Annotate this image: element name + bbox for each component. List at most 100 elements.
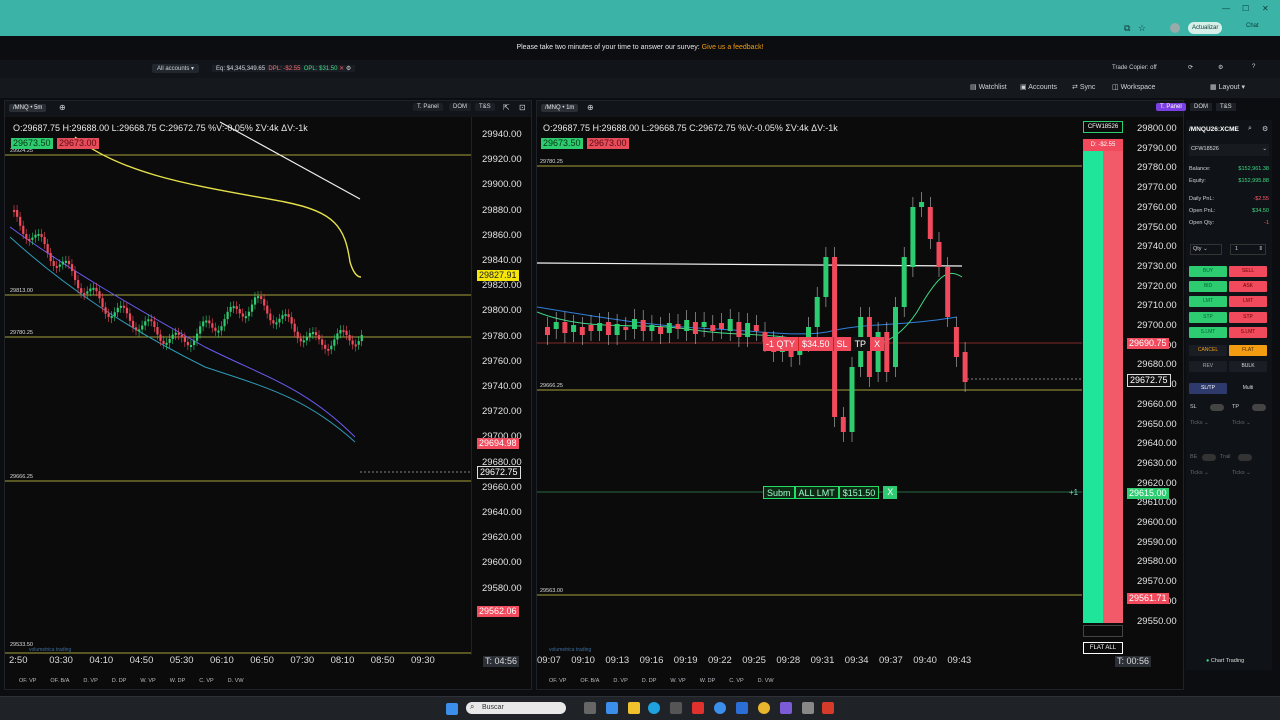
right-time-axis[interactable]: 09:07 09:10 09:13 09:16 09:19 09:22 09:25 09:28…: [537, 655, 1082, 669]
help-icon[interactable]: ?: [1252, 64, 1255, 70]
right-dom-button[interactable]: DOM: [1190, 103, 1212, 111]
sell-stop-button[interactable]: STP: [1229, 312, 1267, 323]
qty-input[interactable]: 1 ⇕: [1230, 244, 1266, 255]
profile-avatar[interactable]: [1170, 23, 1180, 33]
study-toggle[interactable]: D. DP: [112, 678, 127, 684]
app-icon[interactable]: [822, 702, 834, 714]
position-qty[interactable]: -1 QTY: [763, 337, 799, 351]
left-tpanel-button[interactable]: T. Panel: [413, 103, 443, 111]
position-sl-button[interactable]: SL: [832, 337, 851, 351]
sell-stop-limit-button[interactable]: S.LMT: [1229, 327, 1267, 338]
trade-panel-symbol[interactable]: /MNQU26:XCME: [1189, 126, 1269, 133]
start-icon[interactable]: [446, 703, 458, 715]
dom-ladder[interactable]: CFW18526 D: -$2.55 FLAT ALL: [1083, 121, 1123, 654]
app-icon[interactable]: [780, 702, 792, 714]
account-dropdown[interactable]: CFW18526 ⌄: [1189, 144, 1269, 156]
study-toggle[interactable]: D. VW: [228, 678, 244, 684]
help-app-icon[interactable]: [714, 702, 726, 714]
left-symbol-selector[interactable]: /MNQ • 5m: [9, 104, 47, 112]
study-toggle[interactable]: OF. VP: [549, 678, 566, 684]
study-toggle[interactable]: D. VP: [613, 678, 627, 684]
be-ticks-select[interactable]: Ticks ⌄: [1190, 470, 1209, 476]
flat-all-button[interactable]: FLAT ALL: [1083, 642, 1123, 654]
sl-ticks-select[interactable]: Ticks ⌄: [1190, 420, 1209, 426]
limit-cancel-button[interactable]: X: [883, 486, 898, 499]
app-icon[interactable]: [692, 702, 704, 714]
study-toggle[interactable]: D. DP: [642, 678, 657, 684]
buy-stop-button[interactable]: STP: [1189, 312, 1227, 323]
gear-icon[interactable]: ⚙: [1262, 125, 1268, 133]
sell-limit-button[interactable]: LMT: [1229, 296, 1267, 307]
chrome-icon[interactable]: [758, 702, 770, 714]
left-time-axis[interactable]: 2:50 03:30 04:10 04:50 05:30 06:10 06:50 07:30 0…: [5, 655, 471, 669]
be-toggle[interactable]: [1202, 454, 1216, 461]
sl-toggle[interactable]: [1210, 404, 1224, 411]
search-icon[interactable]: ⌕: [1248, 125, 1252, 133]
study-toggle[interactable]: W. DP: [170, 678, 186, 684]
left-price-axis[interactable]: 29940.00 29920.00 29900.00 29880.00 29860.00…: [471, 117, 533, 655]
right-ts-button[interactable]: T&S: [1216, 103, 1236, 111]
survey-link[interactable]: Give us a feedback!: [702, 44, 764, 51]
trail-ticks-select[interactable]: Ticks ⌄: [1232, 470, 1251, 476]
reverse-button[interactable]: REV: [1189, 361, 1227, 372]
taskbar-search[interactable]: Buscar: [466, 702, 566, 714]
flatten-button[interactable]: FLAT: [1229, 345, 1267, 356]
dom-input[interactable]: [1083, 625, 1123, 637]
right-symbol-selector[interactable]: /MNQ • 1m: [541, 104, 579, 112]
study-toggle[interactable]: W. VP: [140, 678, 155, 684]
study-toggle[interactable]: D. VP: [83, 678, 97, 684]
bulk-button[interactable]: BULK: [1229, 361, 1267, 372]
account-selector[interactable]: All accounts ▾: [152, 64, 200, 73]
accounts-button[interactable]: ▣ Accounts: [1020, 83, 1057, 91]
close-icon[interactable]: ✕: [339, 66, 344, 72]
update-button[interactable]: Actualizar: [1188, 22, 1223, 34]
right-tpanel-button[interactable]: T. Panel: [1156, 103, 1186, 111]
left-candle-chart[interactable]: 29924.2529813.0029780.2529666.2529533.50: [5, 117, 471, 655]
position-tp-button[interactable]: TP: [850, 337, 871, 351]
right-candle-chart[interactable]: 29780.25 29666.25 29563.00: [537, 117, 1082, 655]
window-close-button[interactable]: ✕: [1262, 4, 1269, 13]
sync-button[interactable]: ⇄ Sync: [1072, 83, 1095, 91]
left-dom-button[interactable]: DOM: [449, 103, 471, 111]
add-icon[interactable]: ⊕: [587, 103, 594, 112]
study-toggle[interactable]: W. VP: [670, 678, 685, 684]
add-icon[interactable]: ⊕: [59, 103, 66, 112]
layout-button[interactable]: ▦ Layout ▾: [1210, 83, 1245, 91]
workspace-button[interactable]: ◫ Workspace: [1112, 83, 1155, 91]
cancel-orders-button[interactable]: CANCEL: [1189, 345, 1227, 356]
mail-icon[interactable]: [736, 702, 748, 714]
bookmark-star-icon[interactable]: ☆: [1138, 23, 1146, 34]
buy-stop-limit-button[interactable]: S.LMT: [1189, 327, 1227, 338]
position-order-line[interactable]: -1 QTY $34.50 SL TP X: [763, 337, 885, 351]
sell-ask-button[interactable]: ASK: [1229, 281, 1267, 292]
file-explorer-icon[interactable]: [628, 702, 640, 714]
app-icon[interactable]: [670, 702, 682, 714]
trade-copier-status[interactable]: Trade Copier: off: [1112, 65, 1157, 71]
limit-submit-button[interactable]: Subm: [763, 486, 795, 499]
study-toggle[interactable]: W. DP: [700, 678, 716, 684]
tp-toggle[interactable]: [1252, 404, 1266, 411]
widgets-icon[interactable]: [606, 702, 618, 714]
left-ts-button[interactable]: T&S: [475, 103, 495, 111]
settings-icon[interactable]: ⚙: [346, 66, 351, 72]
edge-icon[interactable]: [648, 702, 660, 714]
buy-bid-button[interactable]: BID: [1189, 281, 1227, 292]
extensions-icon[interactable]: ⧉: [1124, 23, 1130, 34]
study-toggle[interactable]: C. VP: [199, 678, 213, 684]
watchlist-button[interactable]: ▤ Watchlist: [970, 83, 1007, 91]
study-toggle[interactable]: OF. B/A: [50, 678, 69, 684]
maximize-icon[interactable]: ⊡: [519, 103, 526, 112]
sltp-tab[interactable]: SL/TP: [1189, 383, 1227, 394]
study-toggle[interactable]: OF. VP: [19, 678, 36, 684]
tp-ticks-select[interactable]: Ticks ⌄: [1232, 420, 1251, 426]
dom-account-chip[interactable]: CFW18526: [1083, 121, 1123, 133]
task-view-icon[interactable]: [584, 702, 596, 714]
study-toggle[interactable]: D. VW: [758, 678, 774, 684]
buy-market-button[interactable]: BUY: [1189, 266, 1227, 277]
sell-market-button[interactable]: SELL: [1229, 266, 1267, 277]
notifications-icon[interactable]: ⟳: [1188, 64, 1193, 71]
window-minimize-button[interactable]: —: [1222, 4, 1230, 13]
position-close-button[interactable]: X: [870, 337, 885, 351]
qty-mode-select[interactable]: Qty ⌄: [1190, 244, 1222, 255]
gear-icon[interactable]: ⚙: [1218, 64, 1223, 71]
